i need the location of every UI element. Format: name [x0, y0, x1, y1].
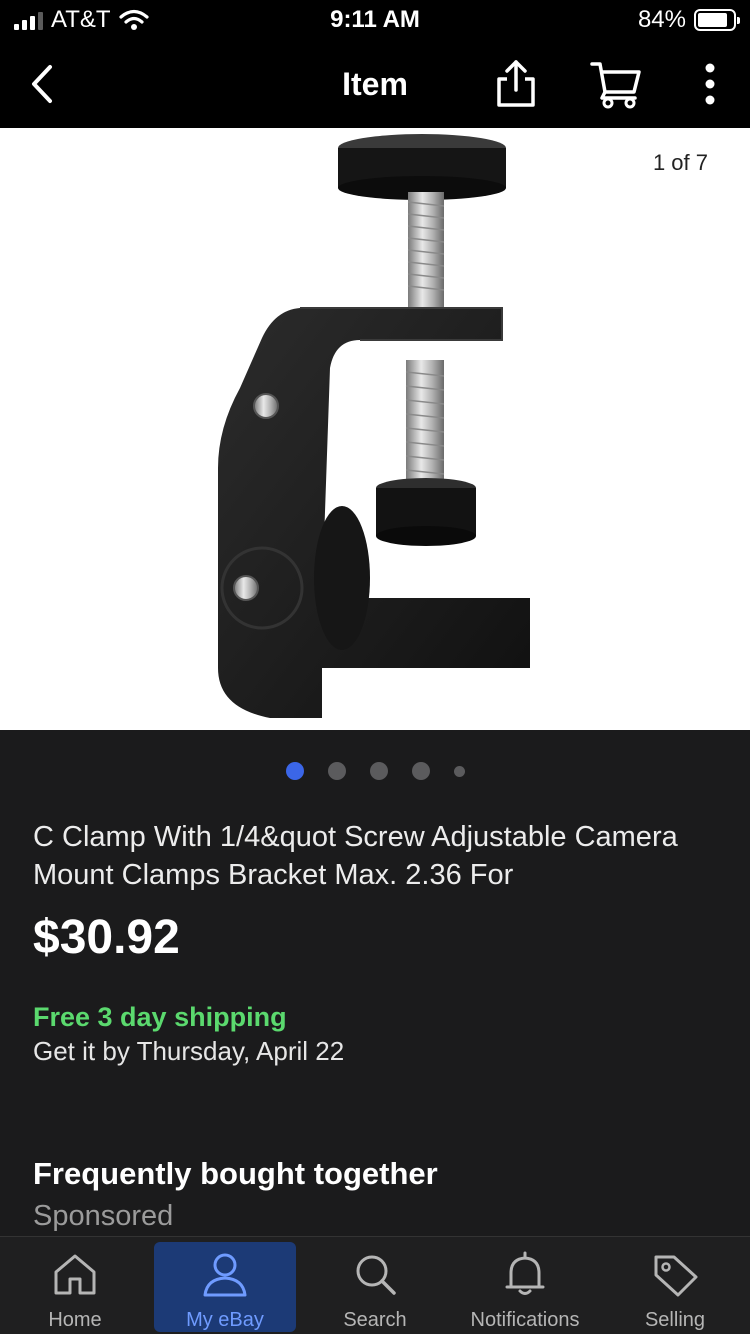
gallery-dot[interactable] [285, 762, 304, 780]
cart-icon[interactable] [588, 58, 644, 110]
product-price: $30.92 [33, 911, 180, 964]
tag-icon [654, 1255, 698, 1297]
gallery-dot[interactable] [327, 762, 346, 780]
image-counter: 1 of 7 [652, 150, 708, 175]
status-right: 84% [637, 6, 740, 34]
share-icon[interactable] [492, 58, 540, 110]
delivery-estimate: Get it by Thursday, April 22 [33, 1036, 345, 1066]
screen: AT&T 9:11 AM 84% Item 1 of 7 C Clamp Wit… [0, 0, 750, 1334]
tab-home[interactable]: Home [0, 1237, 150, 1334]
battery-fill [698, 13, 727, 27]
product-title: C Clamp With 1/4&quot Screw Adjustable C… [33, 821, 678, 891]
tab-label-search: Search [343, 1309, 407, 1331]
tab-label-my-ebay: My eBay [186, 1309, 264, 1331]
tab-label-notifications: Notifications [470, 1309, 580, 1331]
tab-search[interactable]: Search [300, 1237, 450, 1334]
home-icon [54, 1254, 96, 1295]
tab-notifications[interactable]: Notifications [450, 1237, 600, 1334]
tab-bar: Home My eBay Search Notifications Sellin… [0, 1236, 750, 1334]
gallery-pagination[interactable] [0, 762, 750, 780]
search-icon [356, 1255, 396, 1295]
tab-label-home: Home [48, 1309, 102, 1331]
back-icon[interactable] [22, 62, 66, 106]
battery-icon [694, 9, 740, 31]
battery-percent: 84% [637, 6, 686, 33]
sponsored-label: Sponsored [33, 1200, 174, 1232]
tab-my-ebay[interactable]: My eBay [150, 1237, 300, 1334]
nav-bar: Item [0, 40, 750, 128]
user-icon [203, 1253, 247, 1297]
gallery-dot[interactable] [411, 762, 430, 780]
gallery-dot[interactable] [453, 765, 465, 777]
section-title: Frequently bought together [33, 1156, 438, 1191]
gallery-dot[interactable] [369, 762, 388, 780]
status-bar: AT&T 9:11 AM 84% [0, 0, 750, 40]
tab-selling[interactable]: Selling [600, 1237, 750, 1334]
bell-icon [505, 1251, 545, 1295]
product-image-gallery[interactable]: 1 of 7 [0, 128, 750, 730]
shipping-info: Free 3 day shipping [33, 1002, 287, 1032]
product-image [218, 134, 530, 718]
more-icon[interactable] [694, 60, 726, 108]
tab-label-selling: Selling [644, 1309, 706, 1331]
